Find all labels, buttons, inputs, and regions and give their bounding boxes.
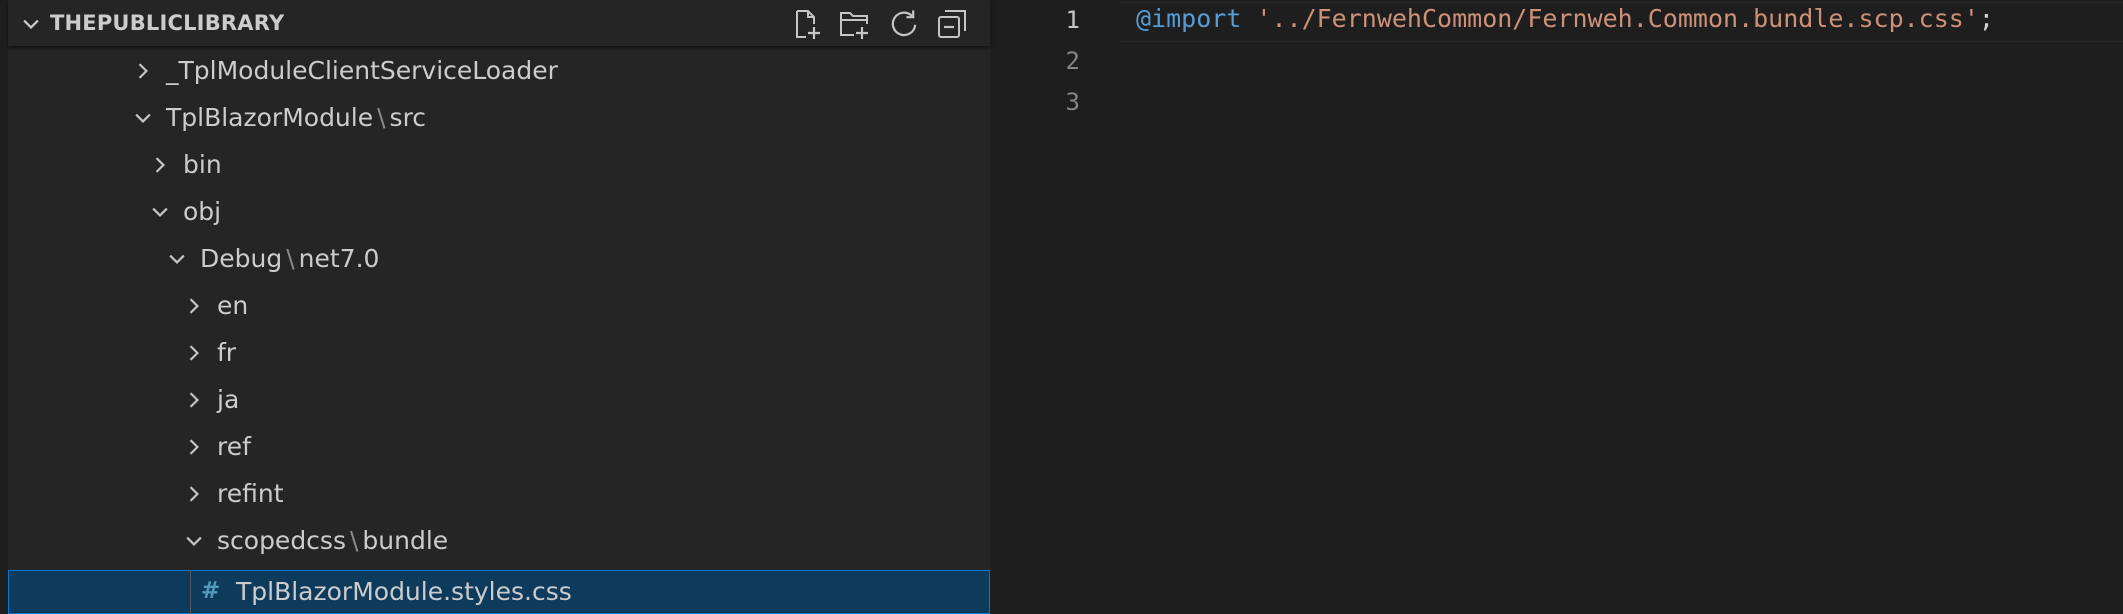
tree-item-label: ref <box>217 432 251 461</box>
tree-item-label: scopedcss \ bundle <box>217 526 448 555</box>
tree-item-label: ja <box>217 385 240 414</box>
tree-item-ja[interactable]: ja <box>8 376 990 423</box>
chevron-right-icon[interactable] <box>132 60 154 82</box>
new-folder-button[interactable] <box>834 5 874 43</box>
tree-item-refint[interactable]: refint <box>8 470 990 517</box>
folder-name: scopedcss <box>217 526 346 555</box>
new-file-button[interactable] <box>786 5 826 43</box>
chevron-right-icon[interactable] <box>183 342 205 364</box>
semicolon: ; <box>1978 4 1994 33</box>
new-file-icon <box>796 10 820 39</box>
chevron-right-icon[interactable] <box>183 483 205 505</box>
tree-item-label: en <box>217 291 249 320</box>
chevron-down-icon[interactable] <box>20 13 42 35</box>
chevron-right-icon[interactable] <box>183 436 205 458</box>
chevron-right-icon[interactable] <box>149 154 171 176</box>
line-number: 1 <box>1065 6 1080 34</box>
folder-name: Debug <box>200 244 283 273</box>
css-at-rule-keyword: @import <box>1136 4 1242 33</box>
collapse-all-icon <box>938 10 966 38</box>
line-number: 3 <box>1065 88 1080 116</box>
tree-item-label: Debug \ net7.0 <box>200 244 379 273</box>
folder-suffix: src <box>389 103 427 132</box>
import-path-string: '../FernwehCommon/Fernweh.Common.bundle.… <box>1256 4 1979 33</box>
chevron-right-icon[interactable] <box>183 389 205 411</box>
collapse-all-button[interactable] <box>932 5 972 43</box>
tree-item-label: _TplModuleClientServiceLoader <box>166 56 558 85</box>
tree-item-tplblazormodule-styles-css[interactable]: # TplBlazorModule.styles.css <box>8 570 990 614</box>
chevron-down-icon[interactable] <box>166 248 188 270</box>
chevron-right-icon[interactable] <box>183 295 205 317</box>
file-tree: _TplModuleClientServiceLoader TplBlazorM… <box>8 47 990 614</box>
folder-name: TplBlazorModule <box>166 103 374 132</box>
tree-item-obj[interactable]: obj <box>8 188 990 235</box>
tree-item-tplmoduleclientserviceloader[interactable]: _TplModuleClientServiceLoader <box>8 47 990 94</box>
chevron-down-icon[interactable] <box>183 530 205 552</box>
workspace-title: THEPUBLICLIBRARY <box>50 11 285 35</box>
tree-item-fr[interactable]: fr <box>8 329 990 376</box>
path-separator: \ <box>377 103 386 132</box>
indent-guide <box>190 570 191 614</box>
path-separator: \ <box>349 526 359 555</box>
line-number: 2 <box>1065 47 1080 75</box>
css-file-icon: # <box>201 578 221 604</box>
tree-item-en[interactable]: en <box>8 282 990 329</box>
folder-suffix: bundle <box>362 526 449 555</box>
tree-item-ref[interactable]: ref <box>8 423 990 470</box>
tree-item-label: bin <box>183 150 222 179</box>
tree-item-label: obj <box>183 197 222 226</box>
tree-item-tplblazormodule[interactable]: TplBlazorModule \ src <box>8 94 990 141</box>
code-editor[interactable]: 1 2 3 @import '../FernwehCommon/Fernweh.… <box>990 0 2123 614</box>
refresh-icon <box>891 10 917 37</box>
tree-item-debug[interactable]: Debug \ net7.0 <box>8 235 990 282</box>
tree-item-label: TplBlazorModule \ src <box>166 103 426 132</box>
chevron-down-icon[interactable] <box>132 107 154 129</box>
path-separator: \ <box>286 244 295 273</box>
tree-item-bin[interactable]: bin <box>8 141 990 188</box>
explorer-header[interactable]: THEPUBLICLIBRARY <box>8 0 990 46</box>
folder-suffix: net7.0 <box>298 244 380 273</box>
tree-item-label: fr <box>217 338 237 367</box>
refresh-button[interactable] <box>884 5 924 43</box>
chevron-down-icon[interactable] <box>149 201 171 223</box>
tree-item-scopedcss[interactable]: scopedcss \ bundle <box>8 517 990 564</box>
tree-item-label: refint <box>217 479 284 508</box>
activity-bar-edge <box>0 0 8 614</box>
code-line-1[interactable]: @import '../FernwehCommon/Fernweh.Common… <box>1136 4 1994 33</box>
tree-item-label: TplBlazorModule.styles.css <box>236 577 572 606</box>
new-folder-icon <box>840 12 868 39</box>
explorer-sidebar: THEPUBLICLIBRARY _TplModuleClientService… <box>0 0 990 614</box>
